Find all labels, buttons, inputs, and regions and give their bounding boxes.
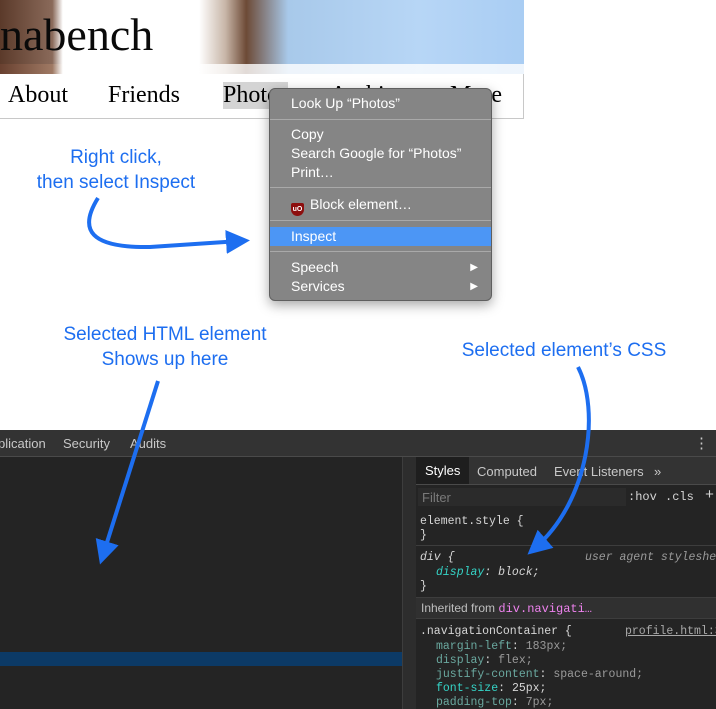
menu-item-look-up[interactable]: Look Up “Photos” [270,94,491,113]
rule-close-brace: } [420,580,427,593]
nav-link-friends[interactable]: Friends [108,82,180,109]
inherited-selector-link[interactable]: div.navigati… [498,602,592,616]
property-name: font-size [436,682,499,695]
menu-item-speech[interactable]: Speech ▶ [270,258,491,277]
annotation-css: Selected element’s CSS [448,338,680,363]
hover-state-button[interactable]: :hov [628,490,657,504]
tab-styles[interactable]: Styles [416,457,470,484]
property-value: 25px; [511,682,547,695]
more-options-icon[interactable]: ⋮ [694,434,709,452]
elements-dom-tree[interactable] [0,457,402,709]
css-property-row[interactable]: margin-left: 183px; [436,640,567,653]
property-name: margin-left [436,640,512,653]
menu-item-block-element-label: Block element… [310,196,412,212]
property-name: justify-content [436,668,540,681]
add-rule-button[interactable]: + [705,487,714,504]
panel-divider[interactable] [402,457,416,709]
property-value: block; [498,566,540,579]
menu-item-block-element[interactable]: uO Block element… [270,195,491,216]
site-banner: nabench [0,0,524,74]
submenu-arrow-icon: ▶ [470,281,478,292]
styles-tabbar: Styles Computed Event Listeners » [416,457,716,485]
property-value: flex; [498,654,533,667]
property-value: 7px; [525,696,554,709]
property-value: space-around; [553,668,644,681]
source-link[interactable]: profile.html:3 [625,625,716,638]
class-toggle-button[interactable]: .cls [665,490,694,504]
context-menu: Look Up “Photos” Copy Search Google for … [269,88,492,301]
selected-dom-node[interactable] [0,652,402,666]
menu-separator [270,220,491,221]
rule-separator [416,545,716,546]
tab-application[interactable]: plication [0,436,46,451]
property-name: display [436,566,485,579]
annotation-right-click: Right click, then select Inspect [26,145,206,195]
tab-computed[interactable]: Computed [477,464,537,479]
devtools-tabbar: plication Security Audits ⋮ [0,430,716,457]
inherited-label: Inherited from [421,601,496,615]
css-property-row[interactable]: font-size: 25px; [436,682,546,695]
inherited-from-header: Inherited from div.navigati… [416,597,716,619]
menu-item-copy[interactable]: Copy [270,125,491,144]
styles-pane: Styles Computed Event Listeners » :hov .… [416,457,716,709]
more-tabs-icon[interactable]: » [654,464,661,479]
menu-item-print[interactable]: Print… [270,163,491,182]
element-style-selector[interactable]: element.style { [420,515,524,528]
css-property-row[interactable]: padding-top: 7px; [436,696,553,709]
menu-item-services[interactable]: Services ▶ [270,277,491,296]
ublock-icon: uO [291,203,304,216]
arrow-to-inspect [87,196,250,254]
menu-separator [270,251,491,252]
css-property-row[interactable]: justify-content: space-around; [436,668,643,681]
tab-security[interactable]: Security [63,436,110,451]
menu-item-search-google[interactable]: Search Google for “Photos” [270,144,491,163]
menu-item-speech-label: Speech [291,259,339,275]
annotation-line: then select Inspect [36,172,196,193]
annotation-line: Selected HTML element [63,324,267,345]
tab-event-listeners[interactable]: Event Listeners [554,464,644,479]
menu-separator [270,187,491,188]
nav-link-about[interactable]: About [8,82,68,109]
styles-filter-input[interactable] [418,488,626,506]
submenu-arrow-icon: ▶ [470,262,478,273]
property-name: display [436,654,485,667]
site-title: nabench [0,9,154,60]
css-property-row[interactable]: display: flex; [436,654,533,667]
menu-item-inspect[interactable]: Inspect [270,227,491,246]
devtools-panel: plication Security Audits ⋮ Styles Compu… [0,430,716,709]
property-value: 183px; [525,640,568,653]
menu-separator [270,119,491,120]
annotation-line: Right click, [70,147,162,168]
div-rule-selector[interactable]: div { [420,551,455,564]
user-agent-label: user agent stylesheet [585,551,716,564]
annotation-html-element: Selected HTML element Shows up here [50,322,280,372]
annotation-line: Shows up here [101,349,229,370]
tab-audits[interactable]: Audits [130,436,166,451]
div-rule-property[interactable]: display: block; [436,566,540,579]
annotation-line: Selected element’s CSS [461,340,667,361]
menu-item-services-label: Services [291,278,345,294]
property-name: padding-top [436,696,512,709]
rule-close-brace: } [420,529,427,542]
nav-container-selector[interactable]: .navigationContainer { [420,625,572,638]
